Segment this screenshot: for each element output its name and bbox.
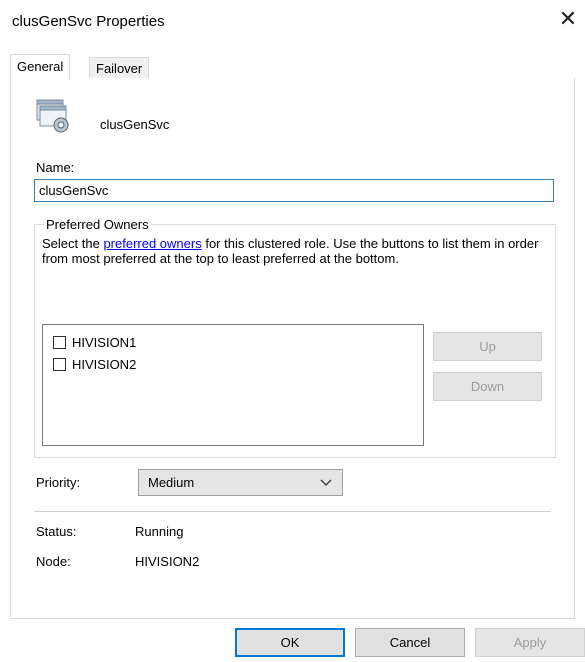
preferred-owners-legend: Preferred Owners	[44, 217, 151, 232]
owner-label: HIVISION2	[72, 356, 137, 372]
move-up-button[interactable]: Up	[433, 332, 542, 361]
name-field[interactable]	[34, 179, 554, 202]
cancel-button[interactable]: Cancel	[355, 628, 465, 657]
chevron-down-icon	[320, 470, 332, 505]
priority-selected-value: Medium	[148, 475, 195, 490]
list-item[interactable]: HIVISION2	[53, 355, 136, 373]
priority-select[interactable]: Medium	[138, 469, 343, 496]
list-item[interactable]: HIVISION1	[53, 333, 136, 351]
window-title: clusGenSvc Properties	[12, 13, 165, 30]
close-icon: ✕	[558, 6, 578, 31]
divider	[34, 511, 551, 512]
description-text-start: Select the	[42, 236, 104, 251]
owner-label: HIVISION1	[72, 334, 137, 350]
clustered-service-icon	[36, 99, 69, 133]
status-value: Running	[135, 524, 184, 539]
node-value: HIVISION2	[135, 554, 200, 569]
tab-general[interactable]: General	[10, 54, 71, 80]
tab-failover[interactable]: Failover	[89, 57, 150, 80]
node-label: Node:	[36, 554, 71, 569]
ok-button[interactable]: OK	[235, 628, 345, 657]
owner-checkbox-hivision2[interactable]	[53, 357, 66, 371]
owner-checkbox-hivision1[interactable]	[53, 335, 66, 349]
role-name: clusGenSvc	[100, 117, 170, 132]
apply-button[interactable]: Apply	[475, 628, 585, 657]
status-label: Status:	[36, 524, 77, 539]
preferred-owners-link[interactable]: preferred owners	[103, 236, 201, 251]
move-down-button[interactable]: Down	[433, 372, 542, 401]
name-label: Name:	[36, 160, 75, 175]
close-button[interactable]: ✕	[555, 6, 581, 32]
preferred-owners-list[interactable]: HIVISION1 HIVISION2	[42, 324, 424, 446]
priority-label: Priority:	[36, 475, 81, 490]
preferred-owners-description: Select the preferred owners for this clu…	[42, 236, 542, 266]
